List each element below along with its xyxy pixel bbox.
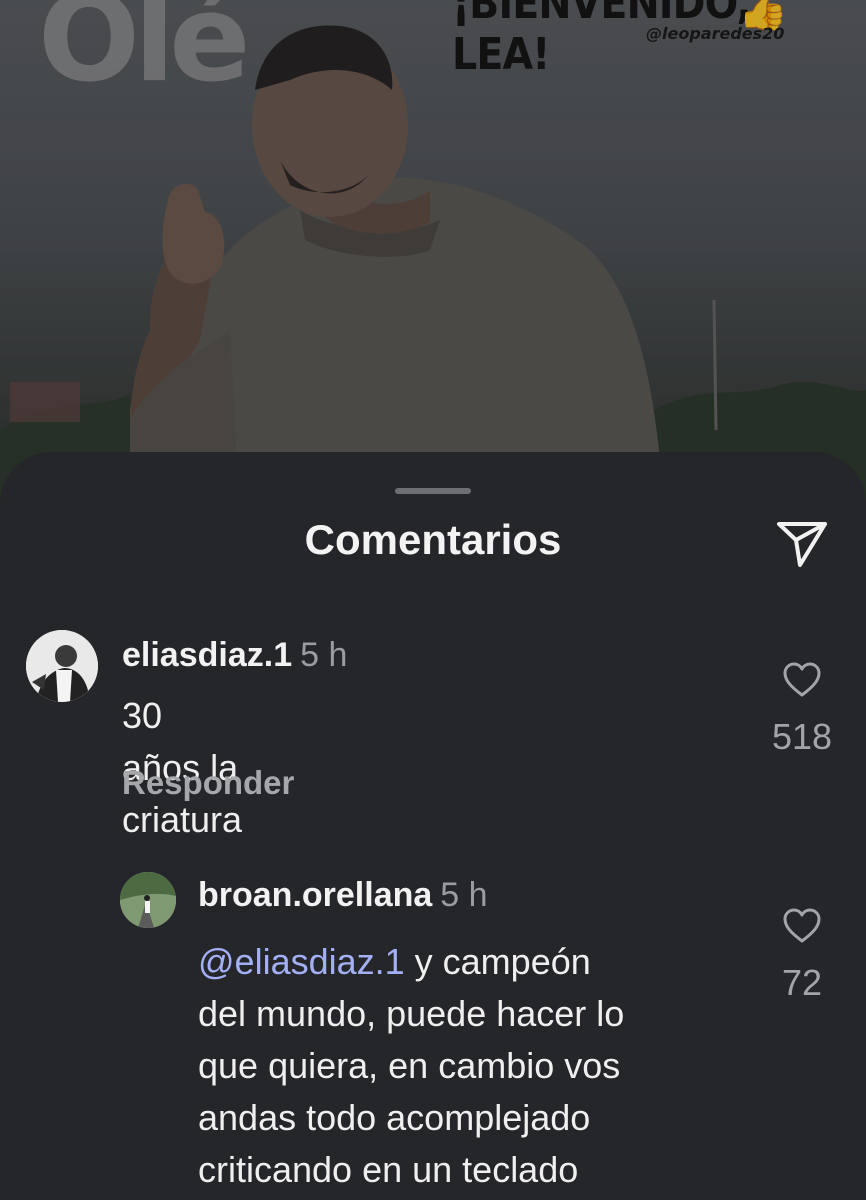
photo-overlay [0, 0, 866, 520]
sheet-title: Comentarios [304, 516, 562, 563]
instagram-screen: Olé ¡BIENVENIDO, LEA! 👍 @leoparedes20 Co… [0, 0, 866, 1200]
reply-button[interactable]: Responder [122, 764, 294, 802]
reply-text-line: criticando en un teclado [198, 1149, 579, 1190]
reply-username[interactable]: broan.orellana [198, 876, 432, 914]
post-image[interactable]: Olé ¡BIENVENIDO, LEA! 👍 @leoparedes20 [0, 0, 866, 520]
avatar[interactable] [26, 630, 98, 702]
comments-sheet: Comentarios eliasdiaz.1 5 h 30 años la cr [0, 452, 866, 1200]
avatar-image [26, 630, 98, 702]
paper-plane-icon [777, 522, 827, 567]
like-count: 72 [781, 962, 823, 1003]
reply-text-line: andas todo acomplejado [198, 1097, 591, 1138]
comment-time: 5 h [300, 636, 348, 674]
like-count: 518 [771, 716, 833, 757]
reply-text-line: y campeón [404, 941, 591, 982]
share-button[interactable] [776, 518, 828, 568]
reply-time: 5 h [440, 876, 488, 914]
heart-outline-icon [783, 908, 821, 943]
sheet-grabber[interactable] [395, 488, 471, 494]
like-button[interactable]: 518 [767, 662, 837, 758]
comment-username[interactable]: eliasdiaz.1 [122, 636, 292, 674]
reply-text-line: del mundo, puede hacer lo [198, 993, 625, 1034]
mention-link[interactable]: @eliasdiaz.1 [198, 941, 405, 982]
reply-text: @eliasdiaz.1 y campeón del mundo, puede … [198, 936, 758, 1196]
like-button[interactable]: 72 [767, 908, 837, 1004]
reply-text-line: que quiera, en cambio vos [198, 1045, 621, 1086]
heart-outline-icon [783, 662, 821, 697]
avatar[interactable] [120, 872, 176, 928]
avatar-image [120, 872, 176, 928]
